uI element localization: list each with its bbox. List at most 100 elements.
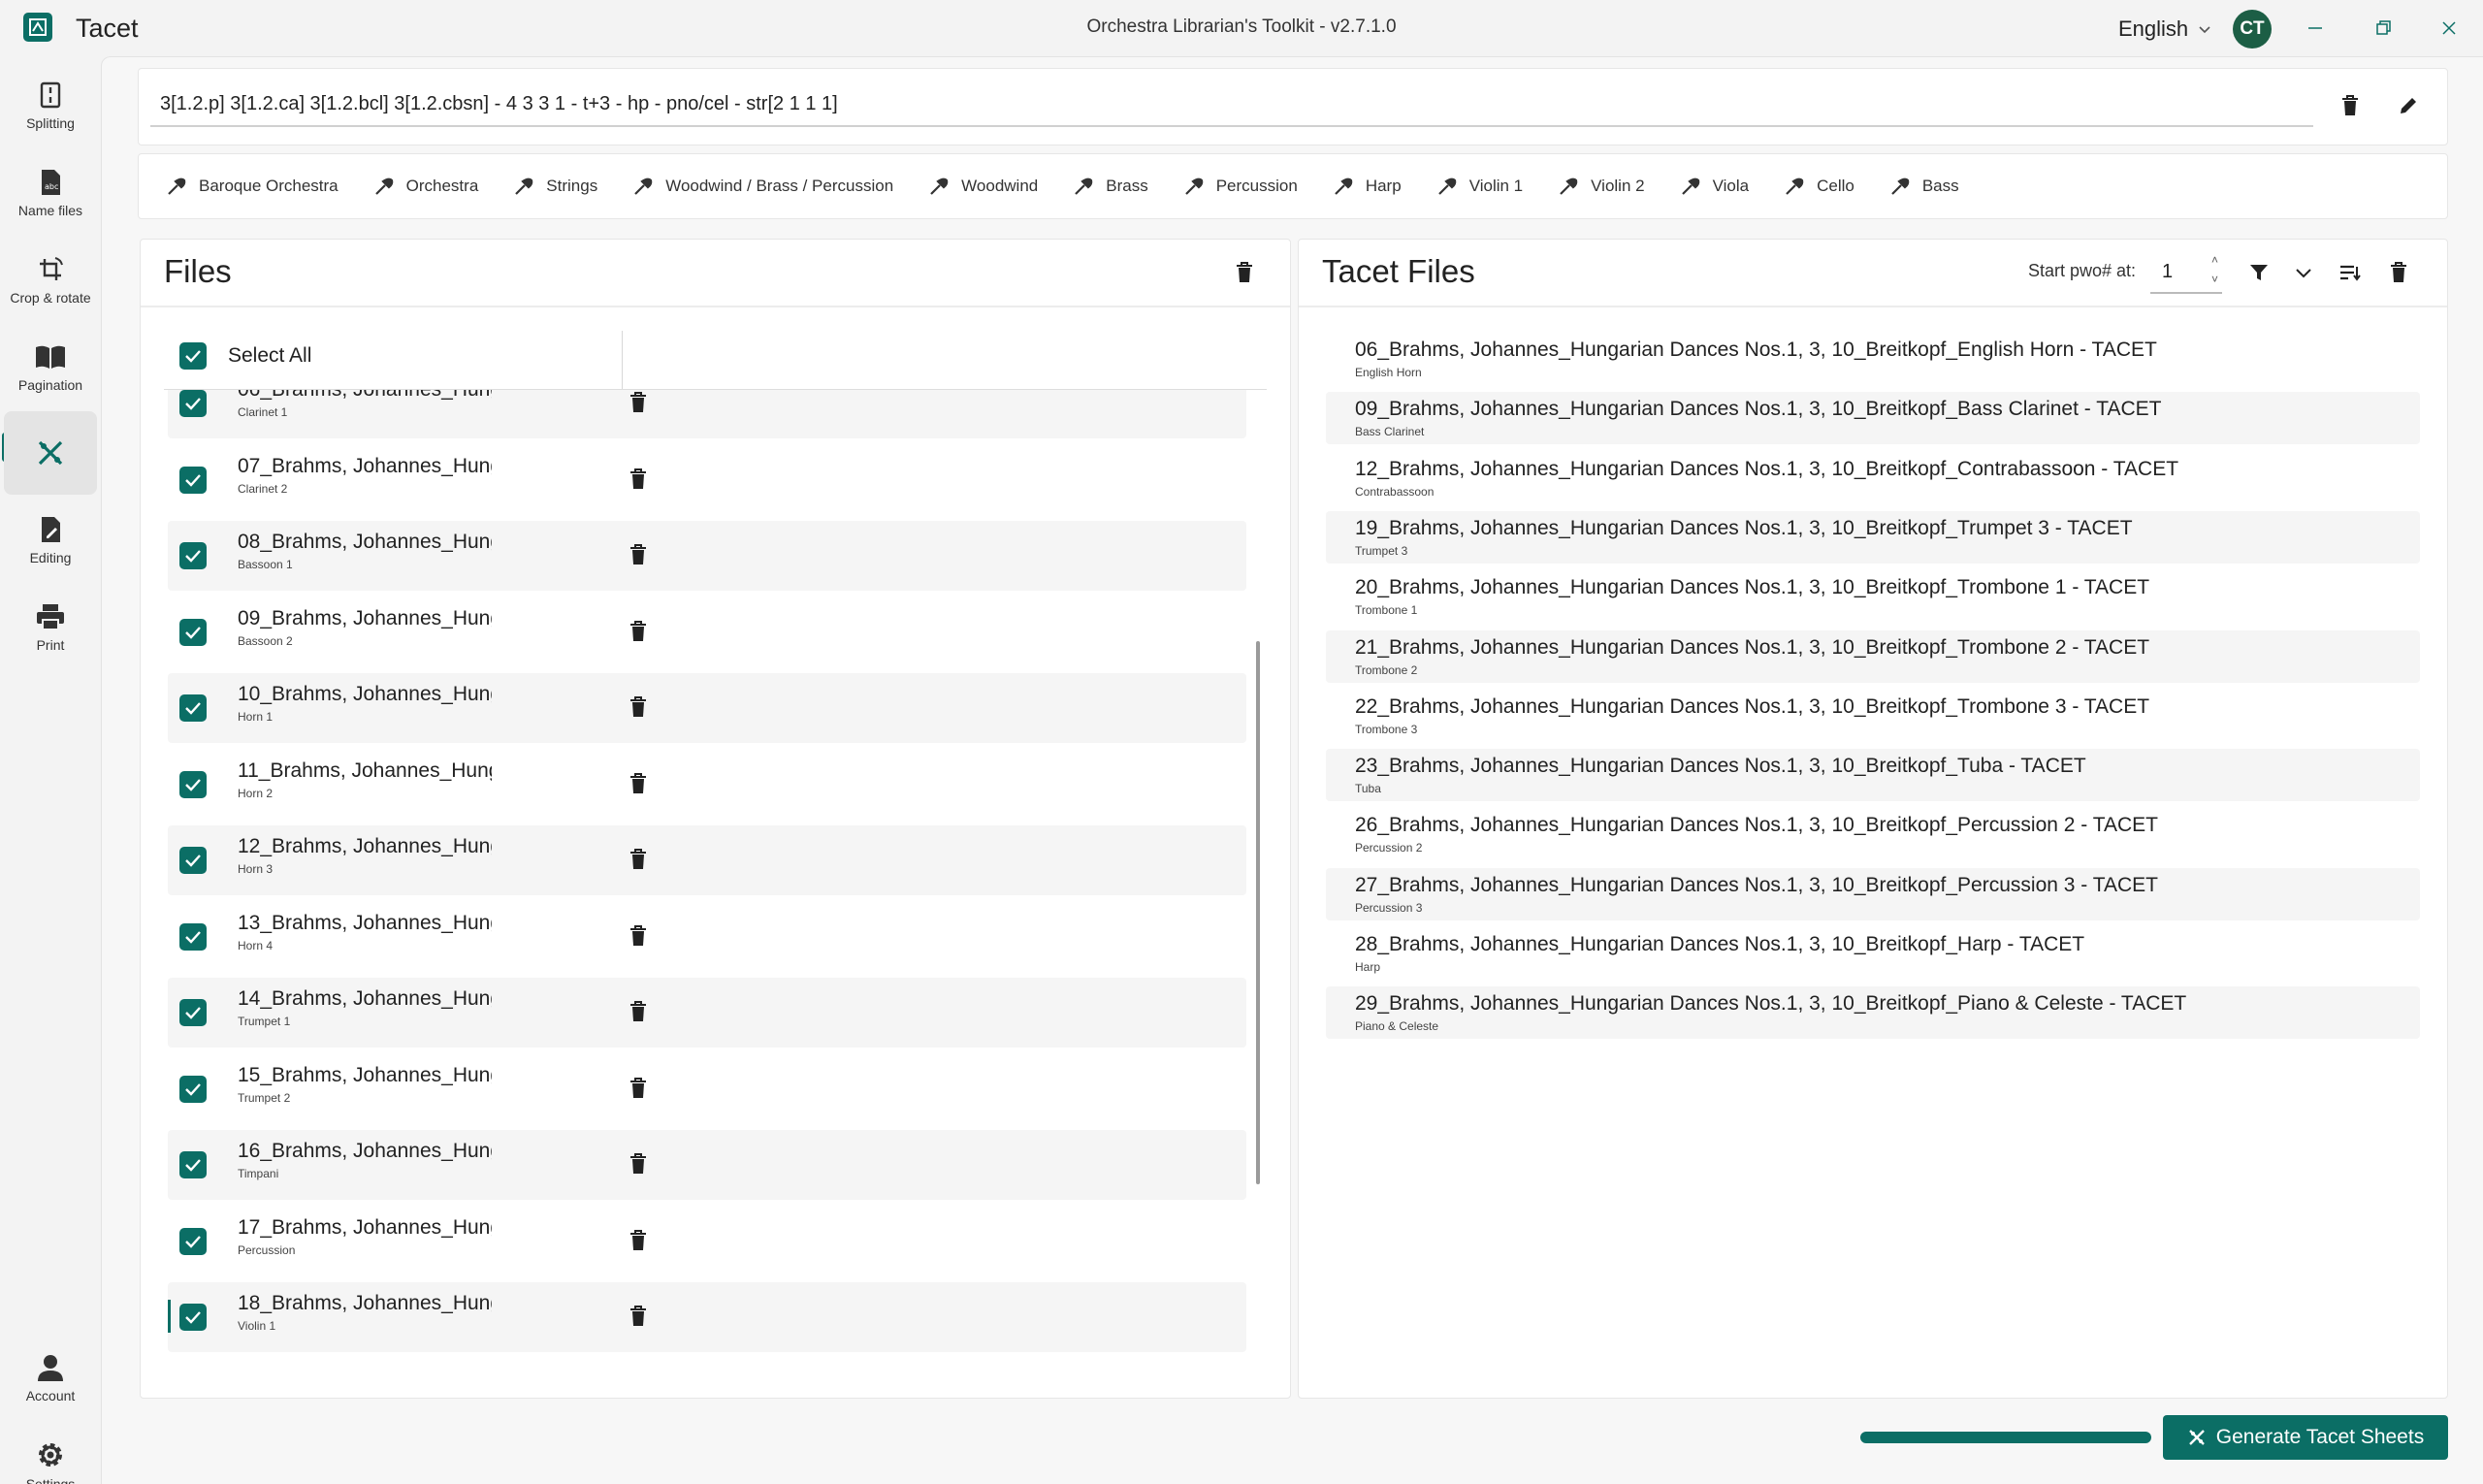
delete-file-button[interactable] <box>629 468 647 495</box>
tacet-row[interactable]: 23_Brahms, Johannes_Hungarian Dances Nos… <box>1326 749 2420 802</box>
delete-file-button[interactable] <box>629 620 647 647</box>
row-checkbox[interactable] <box>179 466 207 494</box>
file-row[interactable]: 11_Brahms, Johannes_Hungarian Dances Nos… <box>168 750 1246 820</box>
scrollbar[interactable] <box>1256 641 1260 1184</box>
preset-button[interactable]: Percussion <box>1183 176 1298 197</box>
nav-pagination[interactable]: Pagination <box>4 326 97 409</box>
row-checkbox[interactable] <box>179 1304 207 1331</box>
file-row[interactable]: 18_Brahms, Johannes_Hungarian Dances Nos… <box>168 1282 1246 1352</box>
file-row[interactable]: 15_Brahms, Johannes_Hungarian Dances Nos… <box>168 1054 1246 1124</box>
chevron-up-icon[interactable]: ˄ <box>2211 253 2218 267</box>
preset-button[interactable]: Woodwind / Brass / Percussion <box>632 176 893 197</box>
tacet-row[interactable]: 12_Brahms, Johannes_Hungarian Dances Nos… <box>1326 452 2420 504</box>
chevron-down-icon[interactable]: ˅ <box>2211 273 2218 286</box>
preset-button[interactable]: Brass <box>1073 176 1148 197</box>
clear-formula-button[interactable] <box>2331 86 2370 125</box>
preset-button[interactable]: Orchestra <box>373 176 479 197</box>
nav-tacet[interactable] <box>4 411 97 495</box>
clear-tacet-button[interactable] <box>2379 253 2418 292</box>
tacet-row[interactable]: 26_Brahms, Johannes_Hungarian Dances Nos… <box>1326 808 2420 860</box>
file-row[interactable]: 10_Brahms, Johannes_Hungarian Dances Nos… <box>168 673 1246 743</box>
delete-file-button[interactable] <box>629 1153 647 1179</box>
delete-file-button[interactable] <box>629 772 647 799</box>
tacet-row[interactable]: 09_Brahms, Johannes_Hungarian Dances Nos… <box>1326 392 2420 445</box>
file-row[interactable]: 12_Brahms, Johannes_Hungarian Dances Nos… <box>168 825 1246 895</box>
preset-button[interactable]: Strings <box>513 176 597 197</box>
row-checkbox[interactable] <box>179 922 207 951</box>
nav-settings[interactable]: Settings <box>4 1424 97 1484</box>
preset-button[interactable]: Woodwind <box>928 176 1038 197</box>
file-row[interactable]: 16_Brahms, Johannes_Hungarian Dances Nos… <box>168 1130 1246 1200</box>
minimize-button[interactable] <box>2301 14 2330 43</box>
preset-button[interactable]: Violin 1 <box>1436 176 1523 197</box>
row-checkbox[interactable] <box>179 542 207 569</box>
tacet-part: Tuba <box>1355 782 1381 796</box>
avatar[interactable]: CT <box>2233 10 2272 48</box>
tacet-row[interactable]: 29_Brahms, Johannes_Hungarian Dances Nos… <box>1326 986 2420 1040</box>
delete-file-button[interactable] <box>629 392 647 418</box>
row-checkbox[interactable] <box>179 694 207 722</box>
instrument-icon <box>515 177 533 195</box>
preset-button[interactable]: Bass <box>1889 176 1959 197</box>
file-row[interactable]: 06_Brahms, Johannes_Hungarian Dances Nos… <box>168 390 1246 438</box>
preset-button[interactable]: Viola <box>1680 176 1749 197</box>
row-checkbox[interactable] <box>179 1075 207 1103</box>
file-row[interactable]: 13_Brahms, Johannes_Hungarian Dances Nos… <box>168 902 1246 972</box>
row-checkbox[interactable] <box>179 999 207 1026</box>
nav-name-files[interactable]: abc Name files <box>4 151 97 235</box>
restore-button[interactable] <box>2369 14 2398 43</box>
tacet-row[interactable]: 06_Brahms, Johannes_Hungarian Dances Nos… <box>1326 333 2420 385</box>
nav-print[interactable]: Print <box>4 586 97 669</box>
row-checkbox[interactable] <box>179 390 207 417</box>
row-checkbox[interactable] <box>179 618 207 646</box>
edit-formula-button[interactable] <box>2389 86 2428 125</box>
split-icon <box>40 81 61 109</box>
delete-file-button[interactable] <box>629 544 647 570</box>
delete-file-button[interactable] <box>629 924 647 952</box>
preset-button[interactable]: Harp <box>1333 176 1402 197</box>
nav-account[interactable]: Account <box>4 1337 97 1420</box>
row-checkbox[interactable] <box>179 1227 207 1255</box>
delete-file-button[interactable] <box>629 849 647 875</box>
row-checkbox[interactable] <box>179 1151 207 1178</box>
instrumentation-input[interactable] <box>150 82 2313 127</box>
preset-button[interactable]: Baroque Orchestra <box>166 176 339 197</box>
file-row[interactable]: 07_Brahms, Johannes_Hungarian Dances Nos… <box>168 445 1246 515</box>
clear-files-button[interactable] <box>1225 253 1264 292</box>
filter-button[interactable] <box>2240 253 2278 292</box>
nav-splitting[interactable]: Splitting <box>4 64 97 147</box>
file-row[interactable]: 09_Brahms, Johannes_Hungarian Dances Nos… <box>168 597 1246 667</box>
close-button[interactable] <box>2435 14 2464 43</box>
nav-crop-rotate[interactable]: Crop & rotate <box>4 239 97 322</box>
sort-button[interactable] <box>2331 253 2370 292</box>
delete-file-button[interactable] <box>629 1306 647 1332</box>
start-pwo-stepper[interactable]: 1 ˄ ˅ <box>2150 251 2222 294</box>
preset-label: Orchestra <box>405 177 479 195</box>
file-row[interactable]: 08_Brahms, Johannes_Hungarian Dances Nos… <box>168 521 1246 591</box>
select-all-checkbox[interactable]: Select All <box>179 342 311 370</box>
nav-editing[interactable]: Editing <box>4 499 97 582</box>
check-icon <box>185 1311 201 1324</box>
file-list[interactable]: 06_Brahms, Johannes_Hungarian Dances Nos… <box>168 390 1246 1370</box>
delete-file-button[interactable] <box>629 696 647 723</box>
generate-tacet-sheets-button[interactable]: Generate Tacet Sheets <box>2163 1415 2448 1460</box>
tacet-row[interactable]: 19_Brahms, Johannes_Hungarian Dances Nos… <box>1326 510 2420 564</box>
file-row[interactable]: 17_Brahms, Johannes_Hungarian Dances Nos… <box>168 1207 1246 1276</box>
row-checkbox[interactable] <box>179 847 207 874</box>
file-part: Bassoon 1 <box>238 558 293 571</box>
expand-button[interactable] <box>2284 253 2323 292</box>
delete-file-button[interactable] <box>629 1077 647 1104</box>
delete-file-button[interactable] <box>629 1001 647 1027</box>
language-selector[interactable]: English <box>2118 16 2211 42</box>
preset-button[interactable]: Cello <box>1784 176 1854 197</box>
file-row[interactable]: 14_Brahms, Johannes_Hungarian Dances Nos… <box>168 978 1246 1048</box>
tacet-row[interactable]: 22_Brahms, Johannes_Hungarian Dances Nos… <box>1326 690 2420 742</box>
delete-file-button[interactable] <box>629 1229 647 1256</box>
row-checkbox[interactable] <box>179 770 207 798</box>
tacet-row[interactable]: 20_Brahms, Johannes_Hungarian Dances Nos… <box>1326 570 2420 623</box>
tacet-row[interactable]: 21_Brahms, Johannes_Hungarian Dances Nos… <box>1326 629 2420 683</box>
preset-button[interactable]: Violin 2 <box>1558 176 1645 197</box>
tacet-row[interactable]: 27_Brahms, Johannes_Hungarian Dances Nos… <box>1326 867 2420 920</box>
tacet-file-name: 12_Brahms, Johannes_Hungarian Dances Nos… <box>1355 457 2179 480</box>
tacet-row[interactable]: 28_Brahms, Johannes_Hungarian Dances Nos… <box>1326 927 2420 980</box>
